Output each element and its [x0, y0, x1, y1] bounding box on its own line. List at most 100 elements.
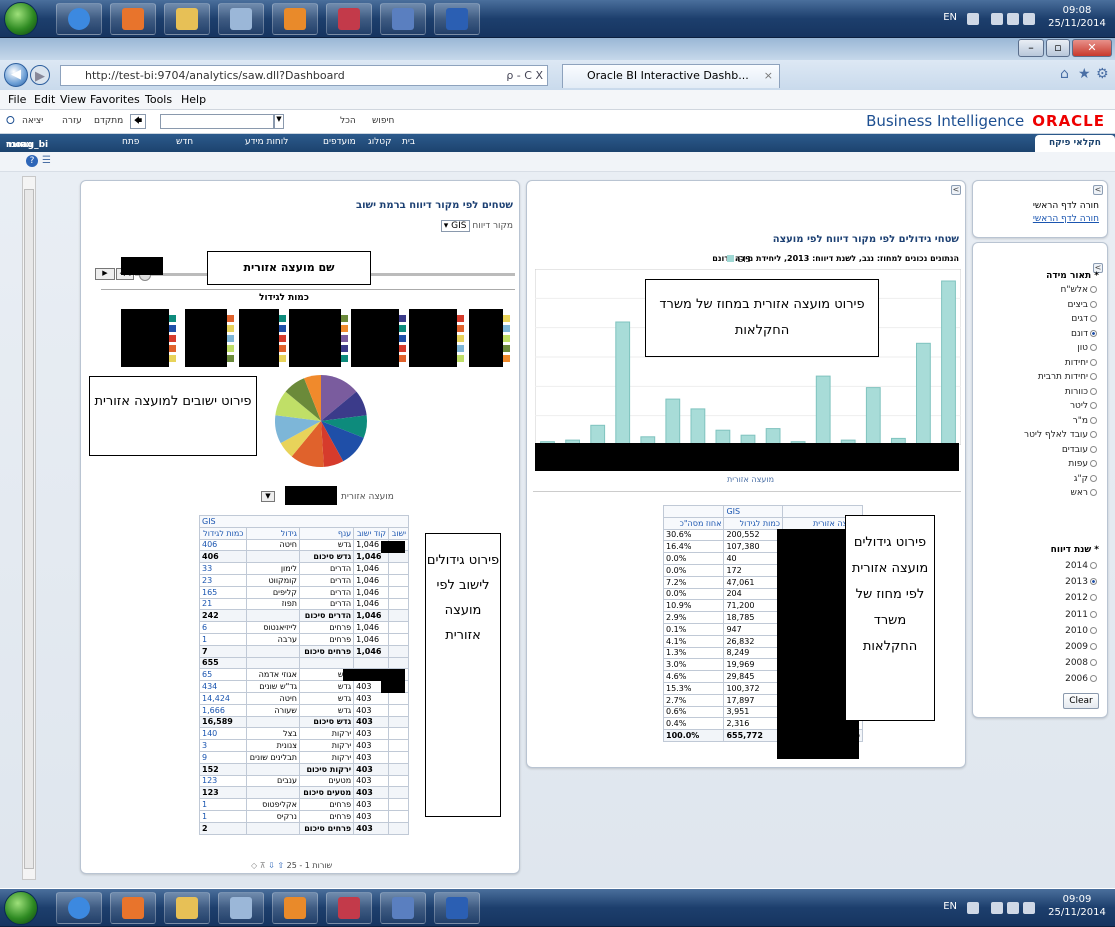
explorer-taskbar-icon[interactable] — [164, 3, 210, 35]
advanced-link[interactable]: מתקדם — [94, 116, 123, 126]
measure-option[interactable]: טון — [997, 343, 1097, 353]
language-indicator[interactable]: EN — [943, 901, 957, 912]
connection-taskbar-icon[interactable] — [380, 3, 426, 35]
search-input[interactable] — [160, 114, 274, 129]
bar[interactable] — [690, 408, 706, 445]
radio-icon[interactable] — [1090, 643, 1097, 650]
measure-option[interactable]: ליטר — [997, 401, 1097, 411]
year-option[interactable]: 2010 — [997, 626, 1097, 636]
nav-new[interactable]: חדש — [176, 137, 193, 147]
radio-icon[interactable] — [1090, 431, 1097, 438]
menu-tools[interactable]: Tools — [145, 93, 172, 106]
search-scope-dropdown-icon[interactable]: ▼ — [274, 114, 284, 129]
menu-edit[interactable]: Edit — [34, 93, 55, 106]
volume-icon[interactable] — [1023, 902, 1035, 914]
home-icon[interactable]: ⌂ — [1060, 66, 1069, 82]
radio-icon[interactable] — [1090, 445, 1097, 453]
menu-view[interactable]: View — [60, 93, 86, 106]
table-column-header[interactable]: כמות לגידול — [199, 526, 247, 540]
page-options-icon[interactable]: ☰ — [42, 155, 51, 166]
nav-home[interactable]: בית — [402, 137, 415, 147]
radio-icon[interactable] — [1090, 358, 1097, 366]
measure-option[interactable]: יחידות — [997, 358, 1097, 368]
database-taskbar-icon[interactable] — [326, 892, 372, 924]
nav-favorites[interactable]: מועדפים — [323, 137, 356, 147]
bar[interactable] — [941, 280, 956, 445]
logout-icon[interactable]: ⭘ — [6, 114, 15, 128]
show-hidden-icons-icon[interactable] — [967, 13, 979, 25]
search-go-button[interactable]: 🡄 — [130, 114, 146, 129]
radio-icon[interactable] — [1090, 489, 1097, 496]
radio-icon[interactable] — [1090, 373, 1097, 380]
measure-option[interactable]: ק"ג — [997, 474, 1097, 484]
paint-taskbar-icon[interactable] — [218, 892, 264, 924]
measure-option[interactable]: עובדים — [997, 445, 1097, 455]
source-dropdown[interactable]: GIS — [451, 221, 466, 231]
favorites-star-icon[interactable]: ★ — [1078, 66, 1091, 82]
measure-option[interactable]: עובד לאלף ליטר — [997, 430, 1097, 440]
bar[interactable] — [665, 398, 681, 445]
restore-button[interactable]: ▫ — [1046, 39, 1070, 57]
measure-option[interactable]: דונם — [997, 329, 1097, 339]
radio-icon[interactable] — [1090, 416, 1097, 424]
home-page-link[interactable]: חורה לדף הראשי — [1033, 214, 1099, 224]
table-column-header[interactable]: קוד ישוב — [353, 526, 389, 540]
year-option[interactable]: 2013 — [997, 577, 1097, 587]
menu-file[interactable]: File — [8, 93, 26, 106]
year-option[interactable]: 2006 — [997, 674, 1097, 684]
table-column-header[interactable]: כמות לגידול — [723, 516, 783, 530]
back-button[interactable]: ◀ — [4, 63, 28, 87]
play-button[interactable]: ▶ — [95, 268, 115, 280]
menu-help[interactable]: Help — [181, 93, 206, 106]
radio-icon[interactable] — [1090, 402, 1097, 409]
show-hidden-icons-icon[interactable] — [967, 902, 979, 914]
measure-option[interactable]: עפות — [997, 459, 1097, 469]
help-menu[interactable]: עזרה — [62, 116, 82, 126]
table-column-header[interactable]: ענף — [298, 526, 355, 540]
radio-icon[interactable] — [1090, 578, 1097, 586]
vertical-scrollbar[interactable] — [22, 176, 36, 880]
bar[interactable] — [815, 375, 831, 445]
connection-taskbar-icon[interactable] — [380, 892, 426, 924]
clock[interactable]: 09:08 25/11/2014 — [1045, 4, 1109, 30]
bar[interactable] — [615, 321, 631, 445]
table-column-header[interactable]: גידול — [245, 526, 300, 540]
collapse-icon[interactable]: < — [951, 185, 961, 195]
measure-option[interactable]: יחידות תרבית — [997, 372, 1097, 382]
media-taskbar-icon[interactable] — [110, 3, 156, 35]
help-icon[interactable]: ? — [26, 155, 38, 167]
measure-option[interactable]: דגים — [997, 314, 1097, 324]
radio-icon[interactable] — [1090, 300, 1097, 308]
year-option[interactable]: 2012 — [997, 593, 1097, 603]
language-indicator[interactable]: EN — [943, 12, 957, 23]
radio-icon[interactable] — [1090, 329, 1097, 337]
close-window-button[interactable]: ✕ — [1072, 39, 1112, 57]
volume-icon[interactable] — [1023, 13, 1035, 25]
measure-option[interactable]: כוורות — [997, 387, 1097, 397]
media-taskbar-icon[interactable] — [110, 892, 156, 924]
outlook-taskbar-icon[interactable] — [272, 892, 318, 924]
radio-icon[interactable] — [1090, 474, 1097, 482]
year-option[interactable]: 2008 — [997, 658, 1097, 668]
nav-dashboards[interactable]: לוחות מידע — [245, 137, 288, 147]
radio-icon[interactable] — [1090, 460, 1097, 467]
action-center-icon[interactable] — [991, 13, 1003, 25]
measure-option[interactable]: ביצים — [997, 300, 1097, 310]
word-taskbar-icon[interactable] — [434, 892, 480, 924]
year-option[interactable]: 2009 — [997, 642, 1097, 652]
browser-tab[interactable]: Oracle BI Interactive Dashb... × — [562, 64, 780, 88]
radio-icon[interactable] — [1090, 387, 1097, 395]
radio-icon[interactable] — [1090, 659, 1097, 667]
outlook-taskbar-icon[interactable] — [272, 3, 318, 35]
nav-open[interactable]: פתח — [122, 137, 139, 147]
start-orb-icon[interactable] — [4, 2, 38, 36]
year-option[interactable]: 2011 — [997, 610, 1097, 620]
paint-taskbar-icon[interactable] — [218, 3, 264, 35]
dashboard-tab[interactable]: חקלאי פיקח — [1035, 135, 1115, 152]
radio-icon[interactable] — [1090, 594, 1097, 602]
measure-option[interactable]: ראש — [997, 488, 1097, 498]
council-dropdown-button[interactable]: ▼ — [261, 491, 275, 502]
radio-icon[interactable] — [1090, 344, 1097, 351]
table-column-header[interactable]: ישוב — [388, 526, 409, 540]
close-tab-icon[interactable]: × — [764, 65, 773, 87]
